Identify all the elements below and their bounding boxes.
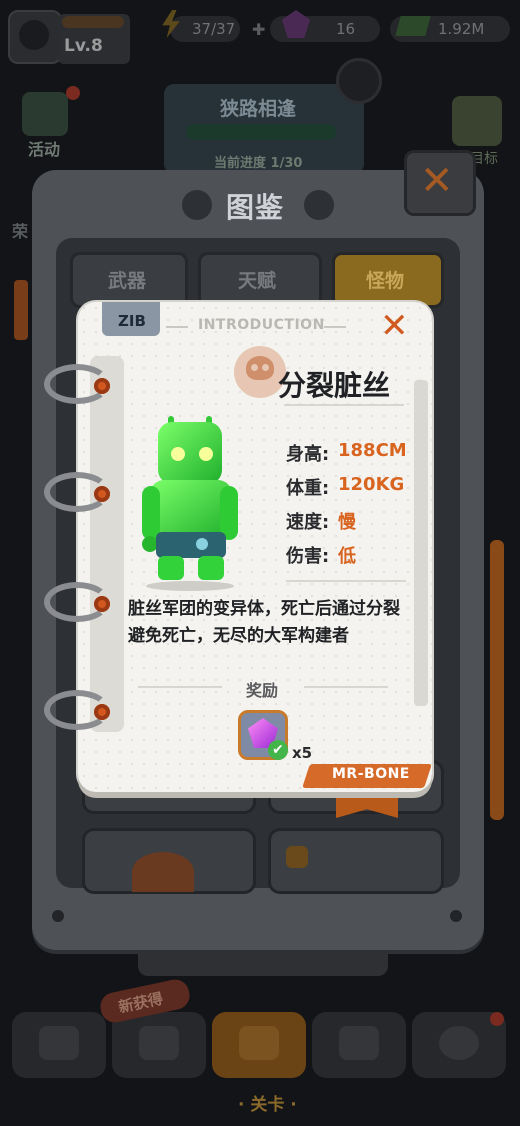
title-ornament (182, 190, 212, 220)
cash-value: 1.92M (438, 20, 485, 38)
monster-portrait (142, 416, 238, 591)
side-tab (490, 540, 504, 820)
tab-label: 天赋 (238, 270, 277, 292)
monster-description: 脏丝军团的变异体，死亡后通过分裂避免死亡，无尽的大军构建者 (128, 599, 400, 646)
stat-height-value: 188CM (338, 440, 407, 461)
new-badge-text: 新获得 (116, 989, 165, 1017)
tab-label: 武器 (108, 270, 147, 292)
stage-progress-bar (186, 124, 336, 140)
nav-stage[interactable] (212, 1012, 306, 1078)
monster-thumb (286, 846, 308, 868)
binder-hole (94, 704, 110, 720)
stat-damage-label: 伤害: (286, 546, 330, 567)
notification-dot (490, 1012, 504, 1026)
screw (52, 910, 64, 922)
nav-stage-label: · 关卡 · (238, 1095, 297, 1115)
skull-icon (19, 20, 49, 50)
card-scrollbar[interactable] (414, 380, 428, 706)
activity-label: 活动 (28, 140, 61, 159)
gem-value: 16 (336, 20, 356, 38)
close-card-button[interactable]: ✕ (380, 306, 409, 346)
screw (450, 910, 462, 922)
divider (166, 326, 188, 328)
divider (138, 686, 222, 688)
divider (284, 404, 404, 406)
stat-height-label: 身高: (286, 444, 330, 465)
title-ornament (304, 190, 334, 220)
add-energy-icon[interactable]: ✚ (252, 20, 265, 39)
monster-name: 分裂脏丝 (278, 369, 391, 402)
binder-hole (94, 486, 110, 502)
reward-count: x5 (292, 744, 313, 762)
author-label: MR-BONE (332, 766, 410, 782)
side-tab (14, 280, 28, 340)
goal-button[interactable] (452, 96, 502, 146)
card-header: INTRODUCTION (198, 317, 325, 333)
stat-damage-value: 低 (338, 546, 356, 567)
notification-dot (66, 86, 80, 100)
panel-title: 图鉴 (226, 191, 285, 224)
xp-bar (62, 16, 124, 28)
side-label: 荣 (12, 222, 29, 241)
close-panel-button[interactable]: ✕ (404, 150, 476, 216)
stage-progress: 当前进度 1/30 (214, 156, 303, 171)
shop-icon (439, 1026, 479, 1060)
close-icon: ✕ (380, 306, 409, 346)
reward-label: 奖励 (246, 681, 279, 700)
tab-label: 怪物 (366, 270, 405, 292)
gear-icon (139, 1026, 179, 1060)
divider (286, 580, 406, 582)
map-pin-icon (239, 1026, 279, 1060)
stat-speed-value: 慢 (338, 512, 356, 533)
stage-title: 狭路相逢 (220, 98, 297, 120)
stat-weight-value: 120KG (338, 474, 405, 495)
stat-weight-label: 体重: (286, 478, 330, 499)
stat-speed-label: 速度: (286, 512, 330, 533)
energy-value: 37/37 (192, 20, 236, 38)
cash-icon (395, 16, 431, 36)
monster-thumb (132, 852, 194, 892)
divider (324, 326, 346, 328)
helmet-icon (39, 1026, 79, 1060)
nav-character[interactable] (12, 1012, 106, 1078)
close-icon: ✕ (420, 158, 454, 204)
binder-strip (90, 356, 124, 732)
player-avatar[interactable] (8, 10, 62, 64)
hexagon-icon (339, 1026, 379, 1060)
nav-upgrade[interactable] (312, 1012, 406, 1078)
activity-button[interactable] (22, 92, 68, 136)
help-icon[interactable] (336, 58, 382, 104)
divider (304, 686, 388, 688)
binder-hole (94, 378, 110, 394)
binder-hole (94, 596, 110, 612)
player-level: Lv.8 (64, 36, 103, 56)
check-icon: ✔ (268, 740, 288, 760)
panel-base (138, 950, 388, 976)
nav-gear[interactable] (112, 1012, 206, 1078)
zib-label: ZIB (118, 312, 146, 330)
